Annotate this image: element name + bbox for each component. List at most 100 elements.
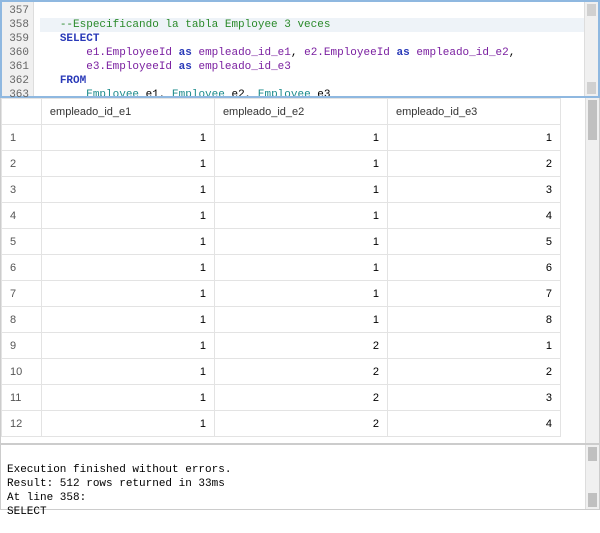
kw-select: SELECT (60, 33, 100, 45)
ident: empleado_id_e1 (198, 47, 290, 59)
column-header[interactable]: empleado_id_e1 (41, 99, 214, 125)
cell[interactable]: 5 (387, 229, 560, 255)
results-pane: empleado_id_e1 empleado_id_e2 empleado_i… (0, 98, 600, 444)
cell[interactable]: 1 (41, 333, 214, 359)
table-row[interactable]: 9121 (2, 333, 561, 359)
table-name: Employee (86, 89, 139, 96)
cell[interactable]: 2 (214, 359, 387, 385)
table-row[interactable]: 6116 (2, 255, 561, 281)
cell[interactable]: 4 (387, 411, 560, 437)
table-row[interactable]: 4114 (2, 203, 561, 229)
table-row[interactable]: 12124 (2, 411, 561, 437)
cell[interactable]: 1 (41, 281, 214, 307)
table-row[interactable]: 1111 (2, 125, 561, 151)
row-number: 1 (2, 125, 42, 151)
cell[interactable]: 1 (214, 307, 387, 333)
kw-from: FROM (60, 75, 86, 87)
ident: e2.EmployeeId (304, 47, 390, 59)
cell[interactable]: 1 (41, 229, 214, 255)
editor-scrollbar[interactable] (584, 2, 598, 96)
cell[interactable]: 4 (387, 203, 560, 229)
cell[interactable]: 1 (41, 359, 214, 385)
alias: e1 (146, 89, 159, 96)
cell[interactable]: 2 (214, 385, 387, 411)
log-line: Execution finished without errors. (7, 464, 231, 476)
ident: e3.EmployeeId (86, 61, 172, 73)
cell[interactable]: 1 (41, 411, 214, 437)
cell[interactable]: 2 (387, 359, 560, 385)
cell[interactable]: 6 (387, 255, 560, 281)
cell[interactable]: 1 (214, 229, 387, 255)
cell[interactable]: 7 (387, 281, 560, 307)
row-header-blank (2, 99, 42, 125)
line-number: 361 (2, 60, 29, 74)
cell[interactable]: 1 (214, 255, 387, 281)
row-number: 4 (2, 203, 42, 229)
row-number: 2 (2, 151, 42, 177)
cell[interactable]: 1 (387, 333, 560, 359)
table-name: Employee (258, 89, 311, 96)
code-comment: --Especificando la tabla Employee 3 vece… (60, 19, 331, 31)
line-number: 359 (2, 32, 29, 46)
table-row[interactable]: 5115 (2, 229, 561, 255)
results-scrollbar[interactable] (585, 98, 599, 443)
row-number: 6 (2, 255, 42, 281)
line-number-gutter: 357 358 359 360 361 362 363 (2, 2, 34, 96)
row-number: 9 (2, 333, 42, 359)
kw-as: as (397, 47, 410, 59)
execution-log-pane[interactable]: Execution finished without errors. Resul… (0, 444, 600, 510)
table-row[interactable]: 2112 (2, 151, 561, 177)
row-number: 12 (2, 411, 42, 437)
line-number: 362 (2, 74, 29, 88)
table-row[interactable]: 8118 (2, 307, 561, 333)
table-name: Employee (172, 89, 225, 96)
column-header[interactable]: empleado_id_e2 (214, 99, 387, 125)
cell[interactable]: 8 (387, 307, 560, 333)
log-scrollbar[interactable] (585, 445, 599, 509)
cell[interactable]: 3 (387, 177, 560, 203)
kw-as: as (179, 47, 192, 59)
cell[interactable]: 1 (41, 255, 214, 281)
cell[interactable]: 2 (214, 333, 387, 359)
cell[interactable]: 2 (387, 151, 560, 177)
sql-editor-pane[interactable]: 357 358 359 360 361 362 363 --Especifica… (0, 0, 600, 98)
row-number: 3 (2, 177, 42, 203)
cell[interactable]: 1 (41, 203, 214, 229)
row-number: 7 (2, 281, 42, 307)
row-number: 10 (2, 359, 42, 385)
cell[interactable]: 1 (41, 151, 214, 177)
cell[interactable]: 1 (41, 385, 214, 411)
ident: empleado_id_e2 (416, 47, 508, 59)
ident: e1.EmployeeId (86, 47, 172, 59)
log-line: At line 358: (7, 492, 86, 504)
ident: empleado_id_e3 (198, 61, 290, 73)
cell[interactable]: 1 (214, 177, 387, 203)
table-row[interactable]: 3113 (2, 177, 561, 203)
line-number: 357 (2, 4, 29, 18)
cell[interactable]: 1 (387, 125, 560, 151)
row-number: 11 (2, 385, 42, 411)
cell[interactable]: 2 (214, 411, 387, 437)
kw-as: as (179, 61, 192, 73)
table-row[interactable]: 7117 (2, 281, 561, 307)
cell[interactable]: 1 (214, 151, 387, 177)
alias: e2 (231, 89, 244, 96)
cell[interactable]: 1 (41, 177, 214, 203)
cell[interactable]: 1 (214, 203, 387, 229)
cell[interactable]: 3 (387, 385, 560, 411)
log-line: Result: 512 rows returned in 33ms (7, 478, 225, 490)
cell[interactable]: 1 (41, 307, 214, 333)
cell[interactable]: 1 (41, 125, 214, 151)
log-line: SELECT (7, 506, 47, 518)
cell[interactable]: 1 (214, 281, 387, 307)
table-row[interactable]: 10122 (2, 359, 561, 385)
column-header[interactable]: empleado_id_e3 (387, 99, 560, 125)
sql-code-area[interactable]: --Especificando la tabla Employee 3 vece… (34, 2, 598, 96)
results-table[interactable]: empleado_id_e1 empleado_id_e2 empleado_i… (1, 98, 561, 437)
line-number: 360 (2, 46, 29, 60)
cell[interactable]: 1 (214, 125, 387, 151)
row-number: 5 (2, 229, 42, 255)
alias: e3 (317, 89, 330, 96)
table-row[interactable]: 11123 (2, 385, 561, 411)
line-number: 358 (2, 18, 29, 32)
